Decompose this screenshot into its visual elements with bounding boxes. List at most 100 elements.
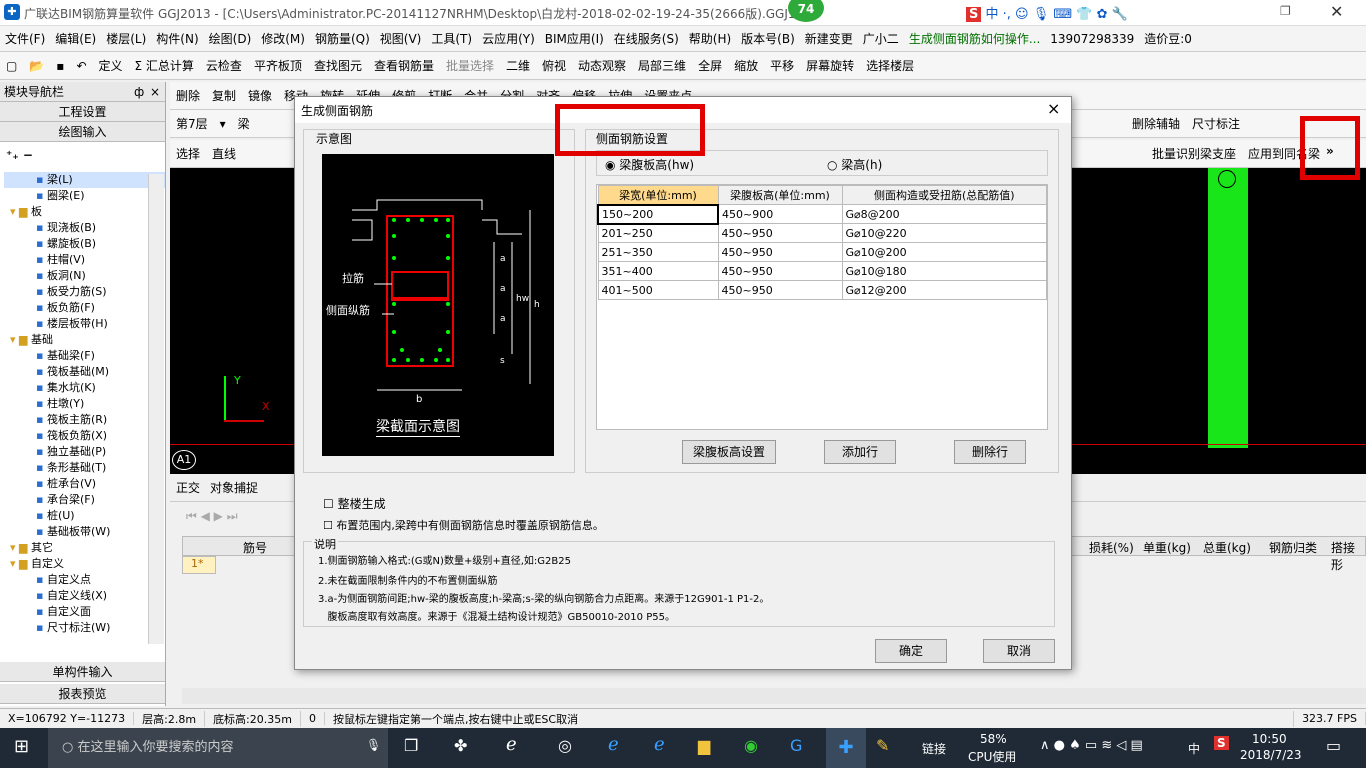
tree-item[interactable]: ▪ 柱墩(Y) — [4, 396, 165, 412]
clock-time[interactable]: 10:50 — [1252, 732, 1287, 746]
beam-element[interactable] — [1208, 168, 1248, 448]
toolbar-btn[interactable]: 全屏 — [692, 57, 728, 74]
user-phone[interactable]: 13907298339 — [1045, 32, 1139, 46]
menu-item[interactable]: 广小二 — [858, 30, 904, 47]
tree-item[interactable]: ▪ 条形基础(T) — [4, 460, 165, 476]
add-row-button[interactable]: 添加行 — [824, 440, 896, 464]
sogou-icon[interactable]: S — [1214, 736, 1229, 750]
toolbar-btn[interactable]: 定义 — [93, 57, 129, 74]
menu-item[interactable]: 楼层(L) — [101, 30, 151, 47]
toolbar-btn[interactable]: 删除 — [170, 87, 206, 104]
menu-item[interactable]: 修改(M) — [256, 30, 310, 47]
tree-item[interactable]: ▪ 桩承台(V) — [4, 476, 165, 492]
col-web-height[interactable]: 梁腹板高(单位:mm) — [717, 185, 843, 205]
tree-item[interactable]: ▪ 尺寸标注(W) — [4, 620, 165, 636]
notification-icon[interactable]: ▭ — [1326, 736, 1341, 755]
table-cell[interactable]: 150~200 — [597, 203, 719, 225]
open-file-icon[interactable]: 📂 — [23, 59, 50, 73]
toolbar-btn[interactable]: 局部三维 — [632, 57, 692, 74]
taskbar-link-label[interactable]: 链接 — [922, 740, 946, 757]
table-row[interactable]: 251~350 450~950 G⌀10@200 — [597, 242, 1047, 262]
table-cell[interactable]: G⌀12@200 — [841, 280, 1047, 300]
tree-item[interactable]: ▪ 自定义点 — [4, 572, 165, 588]
notes-app-icon[interactable]: ✎ — [876, 736, 889, 755]
pin-icon[interactable]: ф — [134, 82, 144, 102]
table-cell[interactable]: 351~400 — [597, 261, 719, 281]
table-cell[interactable]: G⌀10@200 — [841, 242, 1047, 262]
menu-item[interactable]: 编辑(E) — [50, 30, 101, 47]
close-icon[interactable]: ✕ — [1330, 2, 1343, 21]
tree-item[interactable]: ▪ 圈梁(E) — [4, 188, 165, 204]
tree-item[interactable]: ▪ 基础梁(F) — [4, 348, 165, 364]
delete-aux-axis-button[interactable]: 删除辅轴 — [1126, 115, 1186, 132]
taskbar-search[interactable]: ○ 在这里输入你要搜索的内容 — [48, 728, 388, 768]
menu-item[interactable]: 构件(N) — [151, 30, 203, 47]
ggj-app-icon[interactable]: G — [790, 736, 802, 755]
tree-item[interactable]: ▪ 柱帽(V) — [4, 252, 165, 268]
snap-button[interactable]: 对象捕捉 — [210, 479, 258, 496]
table-cell[interactable]: 450~950 — [717, 280, 843, 300]
browser-360-icon[interactable]: ◉ — [744, 736, 758, 755]
tree-item[interactable]: ▾ ▆ 板 — [4, 204, 165, 220]
delete-row-button[interactable]: 删除行 — [954, 440, 1026, 464]
select-tool[interactable]: 选择 — [170, 145, 206, 162]
table-cell[interactable]: 450~950 — [717, 242, 843, 262]
tree-item[interactable]: ▾ ▆ 自定义 — [4, 556, 165, 572]
toolbar-btn[interactable]: 云检查 — [200, 57, 248, 74]
tree-item[interactable]: ▪ 筏板主筋(R) — [4, 412, 165, 428]
chevron-down-icon[interactable]: ▾ — [214, 117, 232, 131]
table-cell[interactable]: 401~500 — [597, 280, 719, 300]
ie-icon[interactable]: ℯ — [506, 734, 517, 755]
web-height-settings-button[interactable]: 梁腹板高设置 — [682, 440, 776, 464]
whole-building-checkbox[interactable]: ☐ 整楼生成 — [323, 495, 386, 512]
menu-item[interactable]: 文件(F) — [0, 30, 50, 47]
menu-item[interactable]: 在线服务(S) — [609, 30, 684, 47]
project-settings-button[interactable]: 工程设置 — [0, 102, 165, 122]
table-row[interactable]: 401~500 450~950 G⌀12@200 — [597, 280, 1047, 300]
batch-identify-button[interactable]: 批量识别梁支座 — [1146, 145, 1242, 162]
new-file-icon[interactable]: ▢ — [0, 59, 23, 73]
menu-item[interactable]: 钢筋量(Q) — [310, 30, 375, 47]
toolbar-btn[interactable]: 查看钢筋量 — [368, 57, 440, 74]
drawing-input-button[interactable]: 绘图输入 — [0, 122, 165, 142]
tree-item[interactable]: ▪ 板洞(N) — [4, 268, 165, 284]
tree-item[interactable]: ▪ 现浇板(B) — [4, 220, 165, 236]
restore-icon[interactable]: ❐ — [1280, 4, 1291, 18]
toolbar-btn[interactable]: 缩放 — [728, 57, 764, 74]
tree-item[interactable]: ▪ 独立基础(P) — [4, 444, 165, 460]
ok-button[interactable]: 确定 — [875, 639, 947, 663]
tree-item[interactable]: ▪ 承台梁(F) — [4, 492, 165, 508]
toolbar-btn[interactable]: Σ 汇总计算 — [129, 57, 200, 74]
menu-item[interactable]: BIM应用(I) — [540, 30, 609, 47]
tree-item[interactable]: ▪ 基础板带(W) — [4, 524, 165, 540]
tree-item[interactable]: ▪ 自定义面 — [4, 604, 165, 620]
toolbar-btn[interactable]: 镜像 — [242, 87, 278, 104]
save-icon[interactable]: ▪ — [50, 59, 70, 73]
table-cell[interactable]: 450~900 — [717, 204, 843, 224]
toolbar-btn[interactable]: 平移 — [764, 57, 800, 74]
menu-item[interactable]: 工具(T) — [426, 30, 477, 47]
tree-item[interactable]: ▪ 螺旋板(B) — [4, 236, 165, 252]
radio-beam-height[interactable]: ○ 梁高(h) — [827, 156, 882, 173]
close-icon[interactable]: × — [1047, 99, 1060, 118]
help-link[interactable]: 生成侧面钢筋如何操作... — [904, 30, 1045, 47]
toolbar-btn[interactable]: 动态观察 — [572, 57, 632, 74]
browser-icon[interactable]: ◎ — [558, 736, 572, 755]
edge-icon[interactable]: ℯ — [608, 734, 619, 755]
row-number[interactable]: 1* — [182, 556, 216, 574]
menu-item[interactable]: 版本号(B) — [736, 30, 800, 47]
dimension-button[interactable]: 尺寸标注 — [1186, 115, 1246, 132]
menu-item[interactable]: 绘图(D) — [204, 30, 257, 47]
toolbar-btn[interactable]: 选择楼层 — [860, 57, 920, 74]
menu-item[interactable]: 帮助(H) — [684, 30, 736, 47]
toolbar-btn[interactable]: 屏幕旋转 — [800, 57, 860, 74]
menu-item[interactable]: 新建变更 — [800, 30, 858, 47]
cancel-button[interactable]: 取消 — [983, 639, 1055, 663]
expand-collapse-icon[interactable]: ⁺₊ − — [0, 142, 165, 172]
menu-item[interactable]: 云应用(Y) — [477, 30, 540, 47]
radio-web-height[interactable]: ◉ 梁腹板高(hw) — [605, 156, 694, 173]
table-cell[interactable]: 201~250 — [597, 223, 719, 243]
undo-icon[interactable]: ↶ — [70, 59, 92, 73]
tree-item[interactable]: ▾ ▆ 其它 — [4, 540, 165, 556]
table-row[interactable]: 201~250 450~950 G⌀10@220 — [597, 223, 1047, 243]
